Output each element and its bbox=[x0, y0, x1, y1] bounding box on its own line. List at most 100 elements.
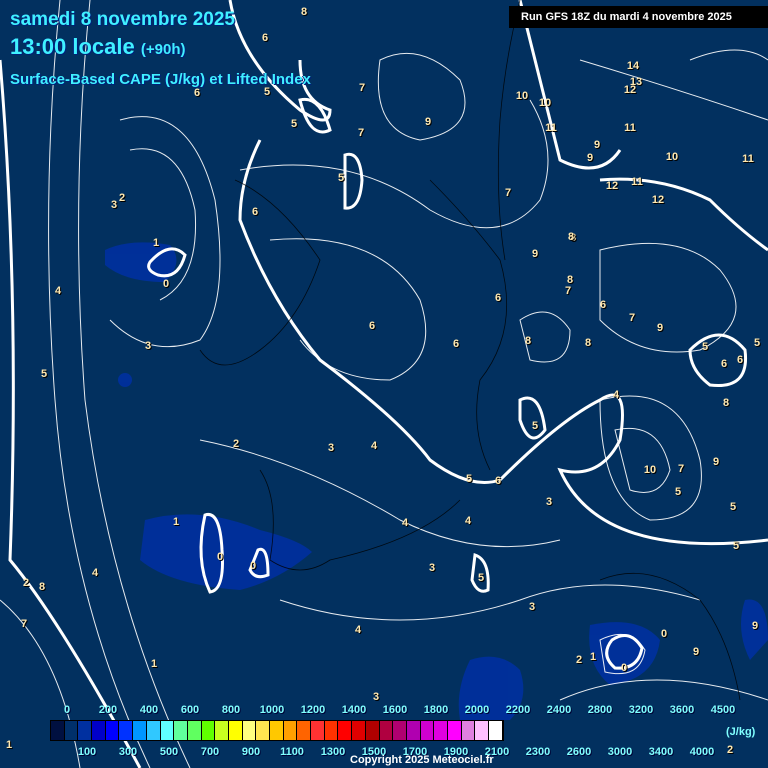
li-isoline-label: 6 bbox=[494, 292, 502, 304]
li-isoline-label: 10 bbox=[665, 151, 679, 163]
legend-swatch bbox=[160, 721, 175, 740]
li-isoline-label: 2 bbox=[118, 192, 126, 204]
li-isoline-label: 6 bbox=[193, 87, 201, 99]
li-isoline-label: 5 bbox=[290, 118, 298, 130]
li-isoline-label: 5 bbox=[40, 368, 48, 380]
legend-swatch bbox=[379, 721, 394, 740]
legend-swatch bbox=[64, 721, 79, 740]
legend-swatch bbox=[187, 721, 202, 740]
li-isoline-label: 7 bbox=[357, 127, 365, 139]
li-isoline-label: 5 bbox=[732, 540, 740, 552]
li-isoline-label: 3 bbox=[327, 442, 335, 454]
li-isoline-label: 7 bbox=[504, 187, 512, 199]
legend-swatch bbox=[489, 721, 503, 740]
legend-bottom-label: 2600 bbox=[566, 746, 592, 758]
li-isoline-label: 8 bbox=[584, 337, 592, 349]
li-isoline-label: 6 bbox=[368, 320, 376, 332]
li-isoline-label: 3 bbox=[110, 199, 118, 211]
legend-swatch bbox=[475, 721, 489, 740]
legend-swatch bbox=[228, 721, 243, 740]
legend-swatch bbox=[174, 721, 188, 740]
legend-swatch bbox=[78, 721, 93, 740]
li-isoline-label: 9 bbox=[586, 152, 594, 164]
legend-swatch bbox=[406, 721, 421, 740]
li-isoline-label: 0 bbox=[216, 551, 224, 563]
li-isoline-label: 12 bbox=[651, 194, 665, 206]
li-isoline-label: 2 bbox=[232, 438, 240, 450]
li-isoline-label: 12 bbox=[623, 84, 637, 96]
legend-top-label: 2200 bbox=[505, 704, 531, 716]
li-isoline-label: 4 bbox=[54, 285, 62, 297]
li-isoline-label: 5 bbox=[674, 486, 682, 498]
legend-bottom-label: 500 bbox=[159, 746, 179, 758]
li-isoline-label: 7 bbox=[358, 82, 366, 94]
cape-map: 8 6 5 6 7 5 7 9 5 8 14 13 12 10 10 11 11 10 11 12 11 12 9 9 7 8 9 8… bbox=[0, 0, 768, 768]
li-isoline-label: 9 bbox=[656, 322, 664, 334]
li-isoline-label: 8 bbox=[524, 335, 532, 347]
legend-swatch bbox=[105, 721, 120, 740]
li-isoline-label: 9 bbox=[692, 646, 700, 658]
legend-swatch bbox=[365, 721, 380, 740]
li-isoline-label: 5 bbox=[729, 501, 737, 513]
legend-top-label: 400 bbox=[139, 704, 159, 716]
legend-swatch bbox=[393, 721, 407, 740]
legend-swatch bbox=[434, 721, 448, 740]
li-isoline-label: 6 bbox=[261, 32, 269, 44]
li-isoline-label: 6 bbox=[720, 358, 728, 370]
li-isoline-label: 9 bbox=[531, 248, 539, 260]
legend-top-label: 1600 bbox=[382, 704, 408, 716]
li-isoline-label: 6 bbox=[452, 338, 460, 350]
li-isoline-label: 4 bbox=[354, 624, 362, 636]
li-isoline-label: 9 bbox=[751, 620, 759, 632]
li-isoline-label: 2 bbox=[726, 744, 734, 756]
li-isoline-label: 9 bbox=[712, 456, 720, 468]
li-isoline-label: 7 bbox=[628, 312, 636, 324]
li-isoline-label: 8 bbox=[722, 397, 730, 409]
legend-top-label: 3600 bbox=[669, 704, 695, 716]
legend-unit: (J/kg) bbox=[726, 726, 756, 738]
li-isoline-label: 1 bbox=[5, 739, 13, 751]
li-isoline-label: 11 bbox=[742, 153, 754, 165]
lead-time: (+90h) bbox=[140, 41, 186, 58]
li-isoline-label: 8 bbox=[38, 581, 46, 593]
li-isoline-label: 5 bbox=[531, 420, 539, 432]
li-isoline-label: 10 bbox=[538, 97, 552, 109]
legend-swatch bbox=[270, 721, 284, 740]
legend-bottom-label: 2300 bbox=[525, 746, 551, 758]
li-isoline-label: 6 bbox=[251, 206, 259, 218]
li-isoline-label: 6 bbox=[599, 299, 607, 311]
legend-bottom-label: 3400 bbox=[648, 746, 674, 758]
li-isoline-label: 3 bbox=[545, 496, 553, 508]
li-isoline-label: 11 bbox=[545, 122, 557, 134]
li-isoline-label: 4 bbox=[612, 389, 620, 401]
li-isoline-label: 7 bbox=[564, 285, 572, 297]
li-isoline-label: 0 bbox=[620, 662, 628, 674]
legend-swatch bbox=[146, 721, 161, 740]
forecast-date: samedi 8 novembre 2025 bbox=[10, 9, 235, 30]
legend-top-label: 3200 bbox=[628, 704, 654, 716]
legend-swatch bbox=[297, 721, 312, 740]
li-isoline-label: 14 bbox=[626, 60, 640, 72]
li-isoline-label: 5 bbox=[701, 341, 709, 353]
li-isoline-label: 0 bbox=[162, 278, 170, 290]
legend-swatch bbox=[92, 721, 106, 740]
li-isoline-label: 1 bbox=[589, 651, 597, 663]
run-info: Run GFS 18Z du mardi 4 novembre 2025 bbox=[509, 6, 768, 28]
legend-top-label: 1200 bbox=[300, 704, 326, 716]
li-isoline-label: 5 bbox=[753, 337, 761, 349]
legend-bottom-label: 1300 bbox=[320, 746, 346, 758]
cape-shading bbox=[105, 242, 768, 720]
legend-bottom-label: 100 bbox=[77, 746, 97, 758]
legend-top-label: 2800 bbox=[587, 704, 613, 716]
map-contours bbox=[0, 0, 768, 768]
legend-swatch bbox=[201, 721, 216, 740]
legend-bottom-label: 3000 bbox=[607, 746, 633, 758]
li-isoline-label: 9 bbox=[593, 139, 601, 151]
legend-swatch bbox=[447, 721, 462, 740]
legend-bottom-label: 700 bbox=[200, 746, 220, 758]
li-isoline-label: 4 bbox=[370, 440, 378, 452]
li-isoline-label: 0 bbox=[660, 628, 668, 640]
li-isoline-label: 10 bbox=[515, 90, 529, 102]
legend-top-label: 2000 bbox=[464, 704, 490, 716]
li-isoline-label: 5 bbox=[337, 172, 345, 184]
